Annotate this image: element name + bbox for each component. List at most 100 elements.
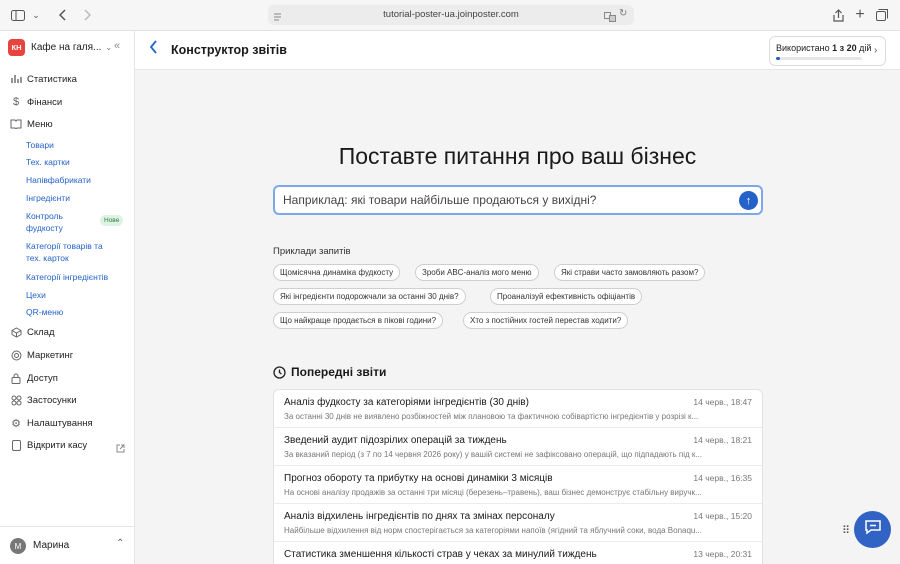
report-title: Прогноз обороту та прибутку на основі ди… — [284, 473, 553, 484]
tabs-overview-icon[interactable] — [875, 7, 889, 23]
sidebar-item-label: Меню — [27, 118, 53, 130]
sidebar-item-label: Налаштування — [27, 417, 93, 429]
sidebar-subitem-semi-products[interactable]: Напівфабрикати — [26, 174, 118, 186]
report-date: 14 черв., 18:21 — [693, 435, 752, 445]
book-icon — [10, 118, 22, 130]
forward-icon[interactable] — [80, 7, 94, 23]
sidebar-subitem-ingredient-categories[interactable]: Категорії інгредієнтів — [26, 271, 126, 283]
sidebar-item-label: Фінанси — [27, 96, 63, 108]
sidebar-subitem-workshops[interactable]: Цехи — [26, 289, 118, 301]
brand-switcher[interactable]: КН Кафе на галя... ⌄ — [8, 38, 112, 56]
sidebar-item-access[interactable]: Доступ — [10, 370, 58, 386]
usage-progress-bar — [776, 57, 862, 60]
reports-list: Аналіз фудкосту за категоріями інгредієн… — [273, 389, 763, 564]
sidebar-item-label: Статистика — [27, 73, 77, 85]
sidebar-item-apps[interactable]: Застосунки — [10, 392, 77, 408]
user-menu[interactable]: М Марина ⌃ — [0, 526, 135, 564]
main-content: Поставте питання про ваш бізнес Наприкла… — [135, 70, 900, 564]
sidebar-subitem-qr-menu[interactable]: QR-меню — [26, 306, 118, 318]
list-item[interactable]: Аналіз відхилень інгредієнтів по днях та… — [274, 504, 762, 542]
box-icon — [10, 326, 22, 338]
sidebar-subitem-foodcost-control[interactable]: Контроль фудкосту — [26, 210, 92, 234]
sidebar-item-menu[interactable]: Меню — [10, 116, 53, 132]
examples-label: Приклади запитів — [273, 246, 351, 257]
example-chip[interactable]: Зроби ABC-аналіз мого меню — [415, 264, 539, 281]
brand-name: Кафе на галя... — [31, 41, 102, 53]
report-description: За останні 30 днів не виявлено розбіжнос… — [284, 412, 699, 421]
collapse-sidebar-icon[interactable]: « — [114, 40, 120, 52]
usage-progress-fill — [776, 57, 781, 60]
report-description: Найбільше відхилення від норм спостеріга… — [284, 526, 703, 535]
sidebar-item-label: Відкрити касу — [27, 439, 88, 451]
question-input[interactable]: Наприклад: які товари найбільше продають… — [273, 185, 763, 215]
report-title: Аналіз відхилень інгредієнтів по днях та… — [284, 511, 555, 522]
list-item[interactable]: Статистика зменшення кількості страв у ч… — [274, 542, 762, 564]
sidebar-item-label: Маркетинг — [27, 349, 74, 361]
send-button[interactable]: ↑ — [739, 191, 758, 210]
report-title: Аналіз фудкосту за категоріями інгредієн… — [284, 397, 529, 408]
sidebar-item-settings[interactable]: ⚙ Налаштування — [10, 415, 93, 431]
apps-icon — [10, 394, 22, 406]
example-chip[interactable]: Щомісячна динаміка фудкосту — [273, 264, 401, 281]
bar-chart-icon — [10, 73, 22, 85]
sidebar-item-label: Застосунки — [27, 394, 77, 406]
question-placeholder: Наприклад: які товари найбільше продають… — [283, 193, 597, 207]
example-chip[interactable]: Які інгредієнти подорожчали за останні 3… — [273, 288, 466, 305]
chevron-down-icon[interactable]: ⌄ — [30, 7, 42, 23]
reload-icon[interactable]: ↻ — [619, 8, 627, 19]
drag-handle-icon[interactable]: ⠿ — [842, 524, 850, 537]
hero-heading: Поставте питання про ваш бізнес — [338, 143, 697, 169]
chat-button[interactable] — [854, 511, 891, 548]
browser-toolbar: ⌄ tutorial-poster-ua.joinposter.com ↻ + — [0, 0, 900, 31]
sidebar-toggle-icon[interactable] — [10, 7, 26, 23]
address-bar[interactable]: tutorial-poster-ua.joinposter.com ↻ — [268, 5, 634, 25]
sidebar-item-label: Доступ — [27, 372, 58, 384]
tablet-icon — [10, 439, 22, 451]
sidebar-subitem-products[interactable]: Товари — [26, 139, 118, 151]
sidebar-item-statistics[interactable]: Статистика — [10, 71, 77, 87]
sidebar-item-warehouse[interactable]: Склад — [10, 324, 55, 340]
sidebar-subitem-tech-cards[interactable]: Тех. картки — [26, 156, 118, 168]
share-icon[interactable] — [831, 7, 845, 23]
translate-icon[interactable] — [604, 9, 616, 27]
back-icon[interactable] — [56, 7, 70, 23]
report-date: 14 черв., 18:47 — [693, 397, 752, 407]
sidebar: КН Кафе на галя... ⌄ « Статистика $ Фіна… — [0, 31, 135, 564]
new-tab-icon[interactable]: + — [853, 6, 867, 23]
usage-count: 1 з 20 — [832, 43, 857, 53]
usage-counter[interactable]: Використано 1 з 20 дій › — [769, 36, 886, 66]
gear-icon: ⚙ — [11, 417, 21, 430]
list-item[interactable]: Зведений аудит підозрілих операцій за ти… — [274, 428, 762, 466]
example-chip[interactable]: Що найкраще продається в пікові години? — [273, 312, 444, 329]
chevron-down-icon: ⌄ — [105, 42, 113, 52]
lock-icon — [10, 372, 22, 384]
back-arrow-icon[interactable] — [149, 40, 158, 59]
example-chip[interactable]: Проаналізуй ефективність офіціантів — [490, 288, 643, 305]
chat-icon — [864, 519, 882, 540]
sidebar-subitem-ingredients[interactable]: Інгредієнти — [26, 192, 118, 204]
url-text: tutorial-poster-ua.joinposter.com — [383, 9, 519, 20]
report-title: Статистика зменшення кількості страв у ч… — [284, 549, 597, 560]
arrow-up-icon: ↑ — [745, 194, 752, 207]
target-icon — [10, 349, 22, 361]
previous-reports-title: Попередні звіти — [291, 365, 387, 379]
sidebar-item-marketing[interactable]: Маркетинг — [10, 347, 73, 363]
report-description: За вказаний період (з 7 по 14 червня 202… — [284, 450, 703, 459]
sidebar-item-open-register[interactable]: Відкрити касу — [10, 437, 87, 453]
avatar: М — [10, 538, 26, 554]
list-item[interactable]: Аналіз фудкосту за категоріями інгредієн… — [274, 390, 762, 428]
example-chip[interactable]: Які страви часто замовляють разом? — [554, 264, 706, 281]
report-title: Зведений аудит підозрілих операцій за ти… — [284, 435, 507, 446]
previous-reports-heading: Попередні звіти — [273, 364, 386, 380]
usage-prefix: Використано — [776, 43, 830, 53]
new-badge: Нове — [100, 215, 124, 226]
chevron-right-icon: › — [874, 45, 878, 56]
sidebar-item-label: Склад — [27, 326, 55, 338]
list-item[interactable]: Прогноз обороту та прибутку на основі ди… — [274, 466, 762, 504]
sidebar-item-finance[interactable]: $ Фінанси — [10, 94, 62, 110]
external-link-icon[interactable] — [116, 440, 125, 458]
example-chip[interactable]: Хто з постійних гостей перестав ходити? — [463, 312, 629, 329]
page-title: Конструктор звітів — [171, 43, 287, 57]
sidebar-subitem-product-categories[interactable]: Категорії товарів та тех. карток — [26, 240, 114, 264]
usage-suffix: дій — [859, 43, 872, 53]
